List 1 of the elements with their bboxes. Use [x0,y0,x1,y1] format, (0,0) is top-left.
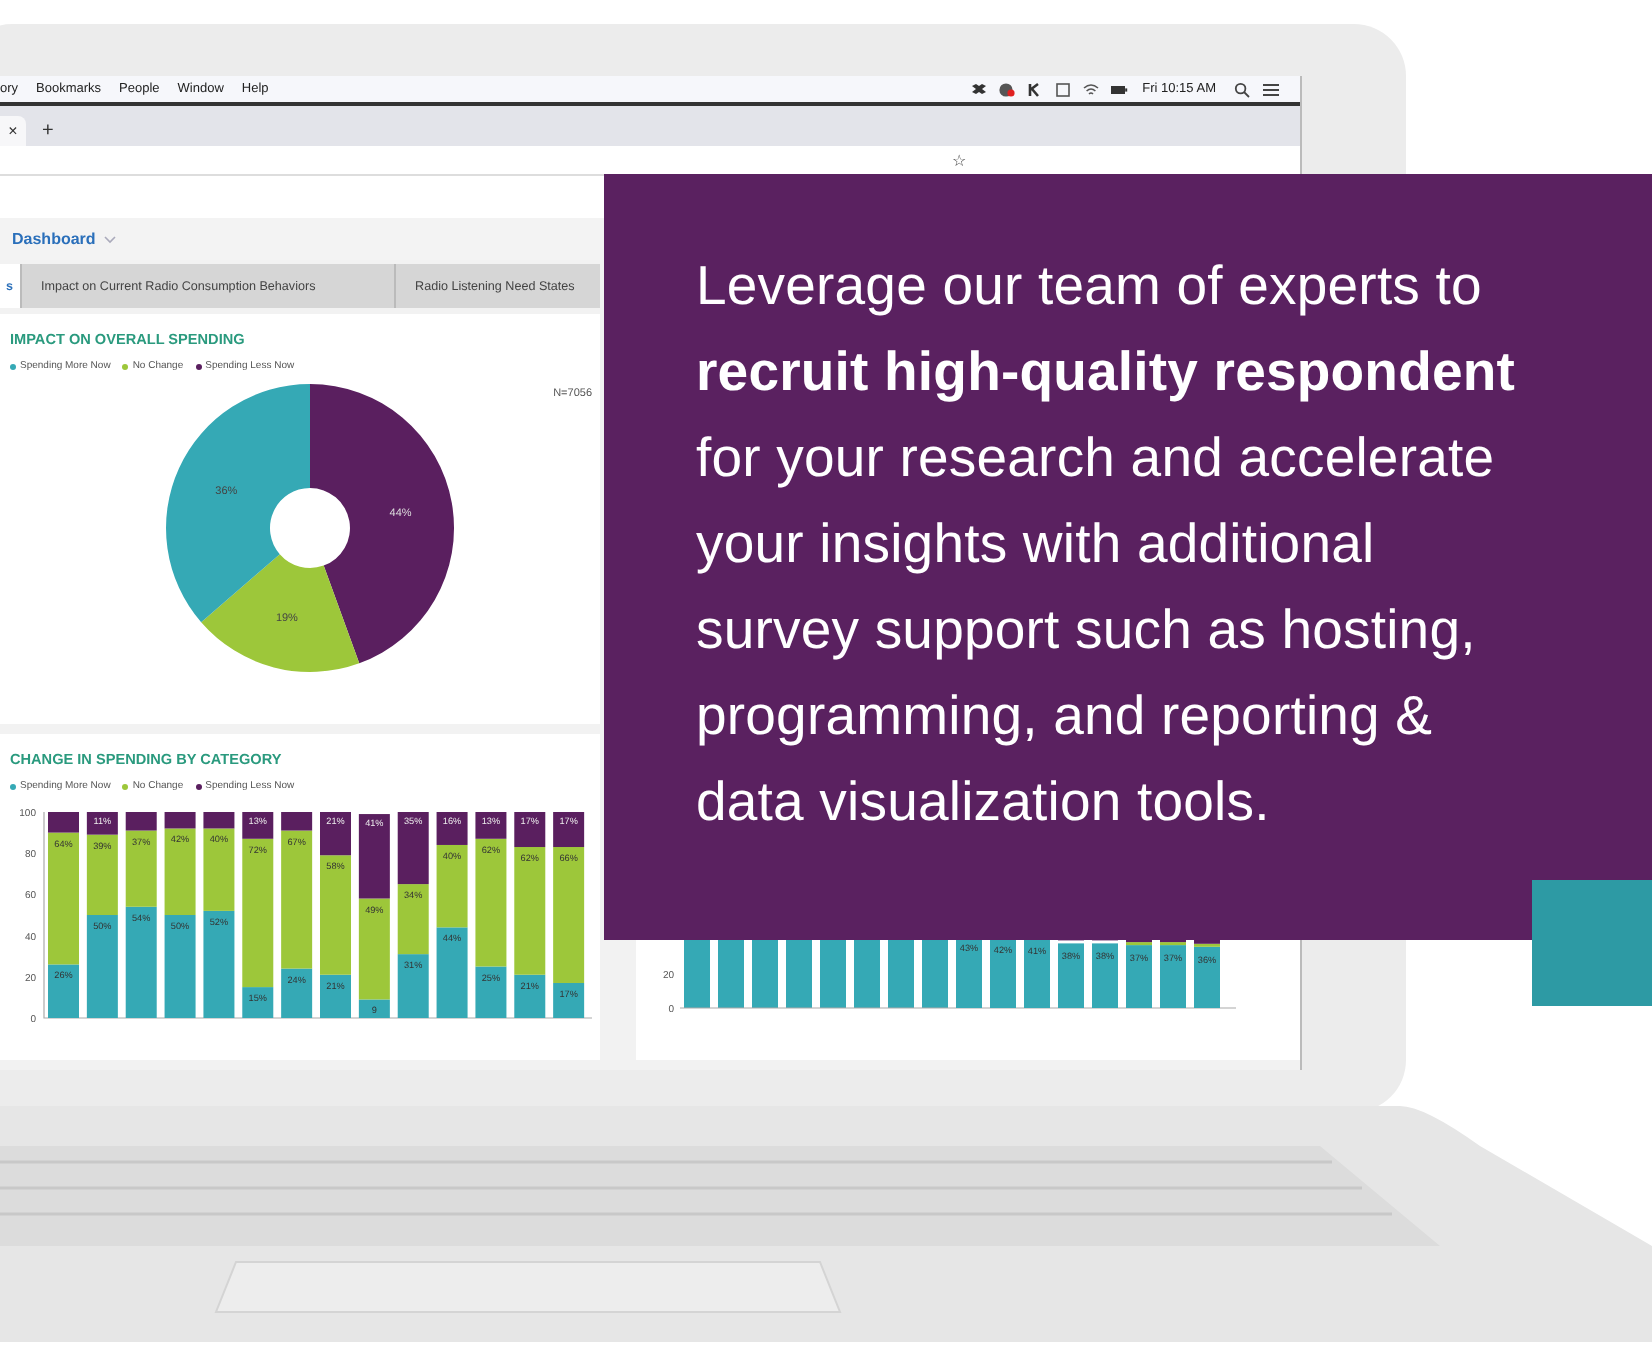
promo-text: Leverage our team of experts to recruit high-quality respondent for your research and accelerate your insights with additional survey support such as hosting, programming, and reporting & data visualization tools. [696,252,1518,836]
